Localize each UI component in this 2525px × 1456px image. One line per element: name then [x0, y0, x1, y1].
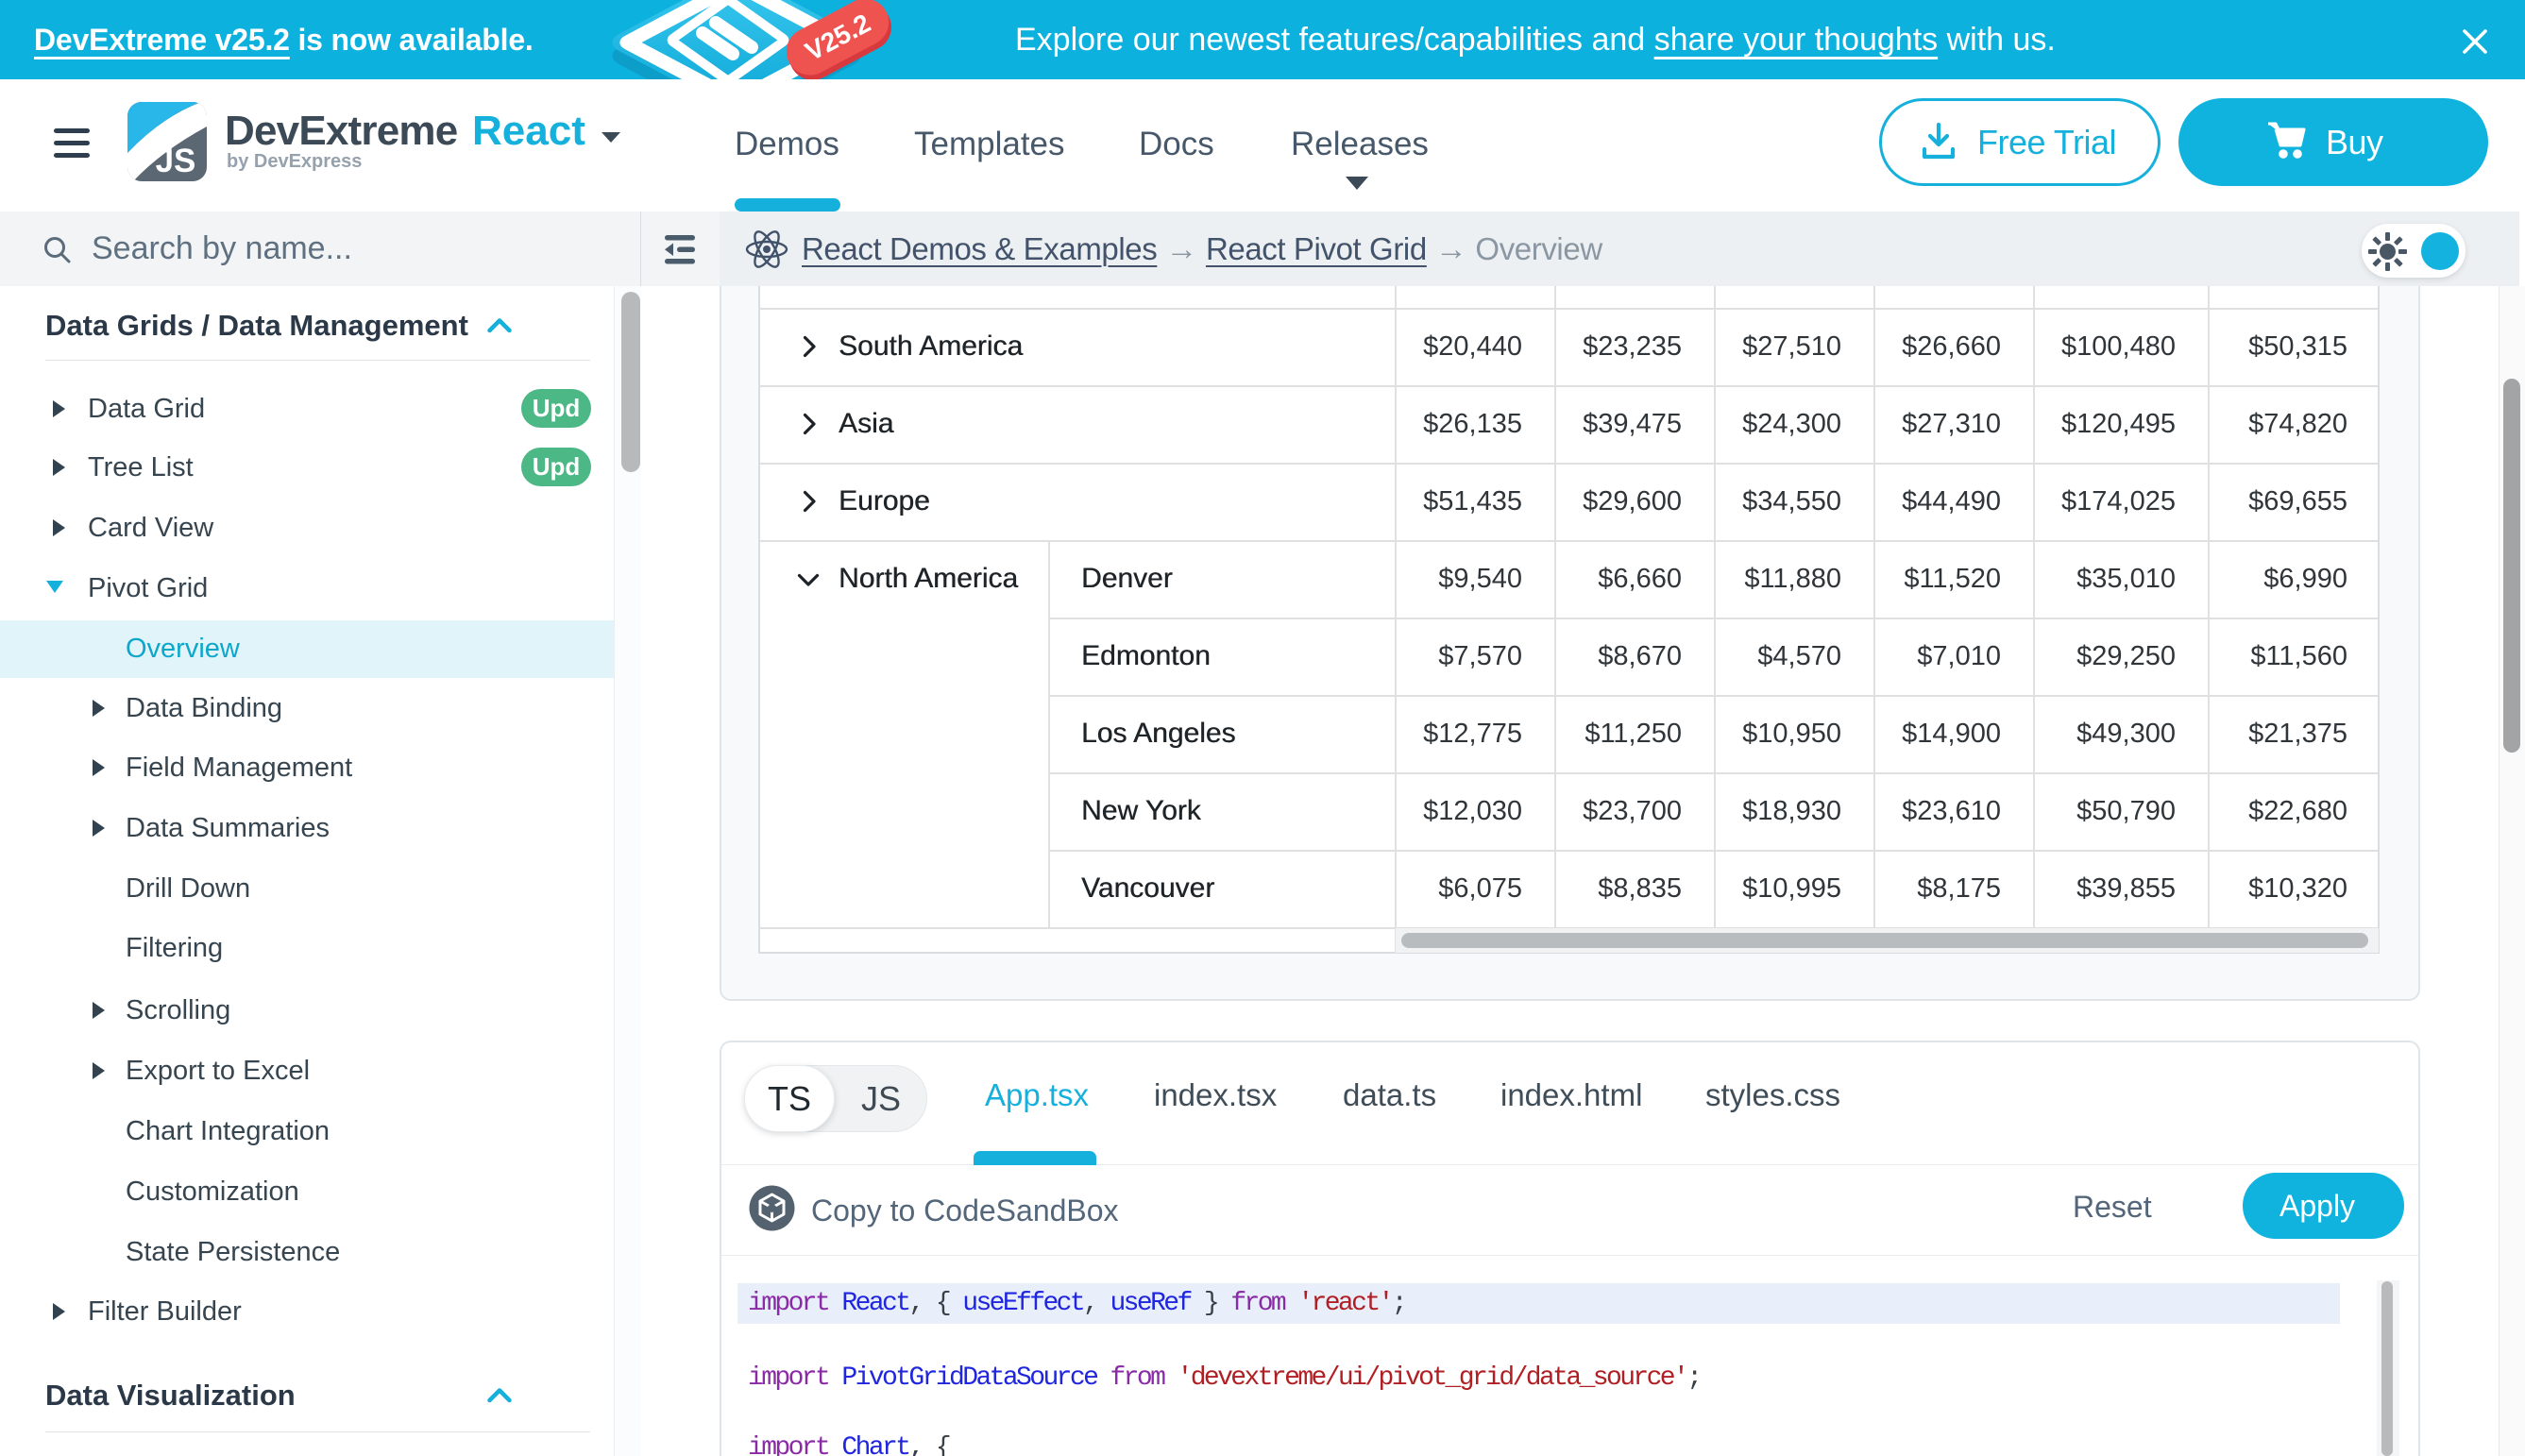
- svg-text:JS: JS: [156, 143, 196, 179]
